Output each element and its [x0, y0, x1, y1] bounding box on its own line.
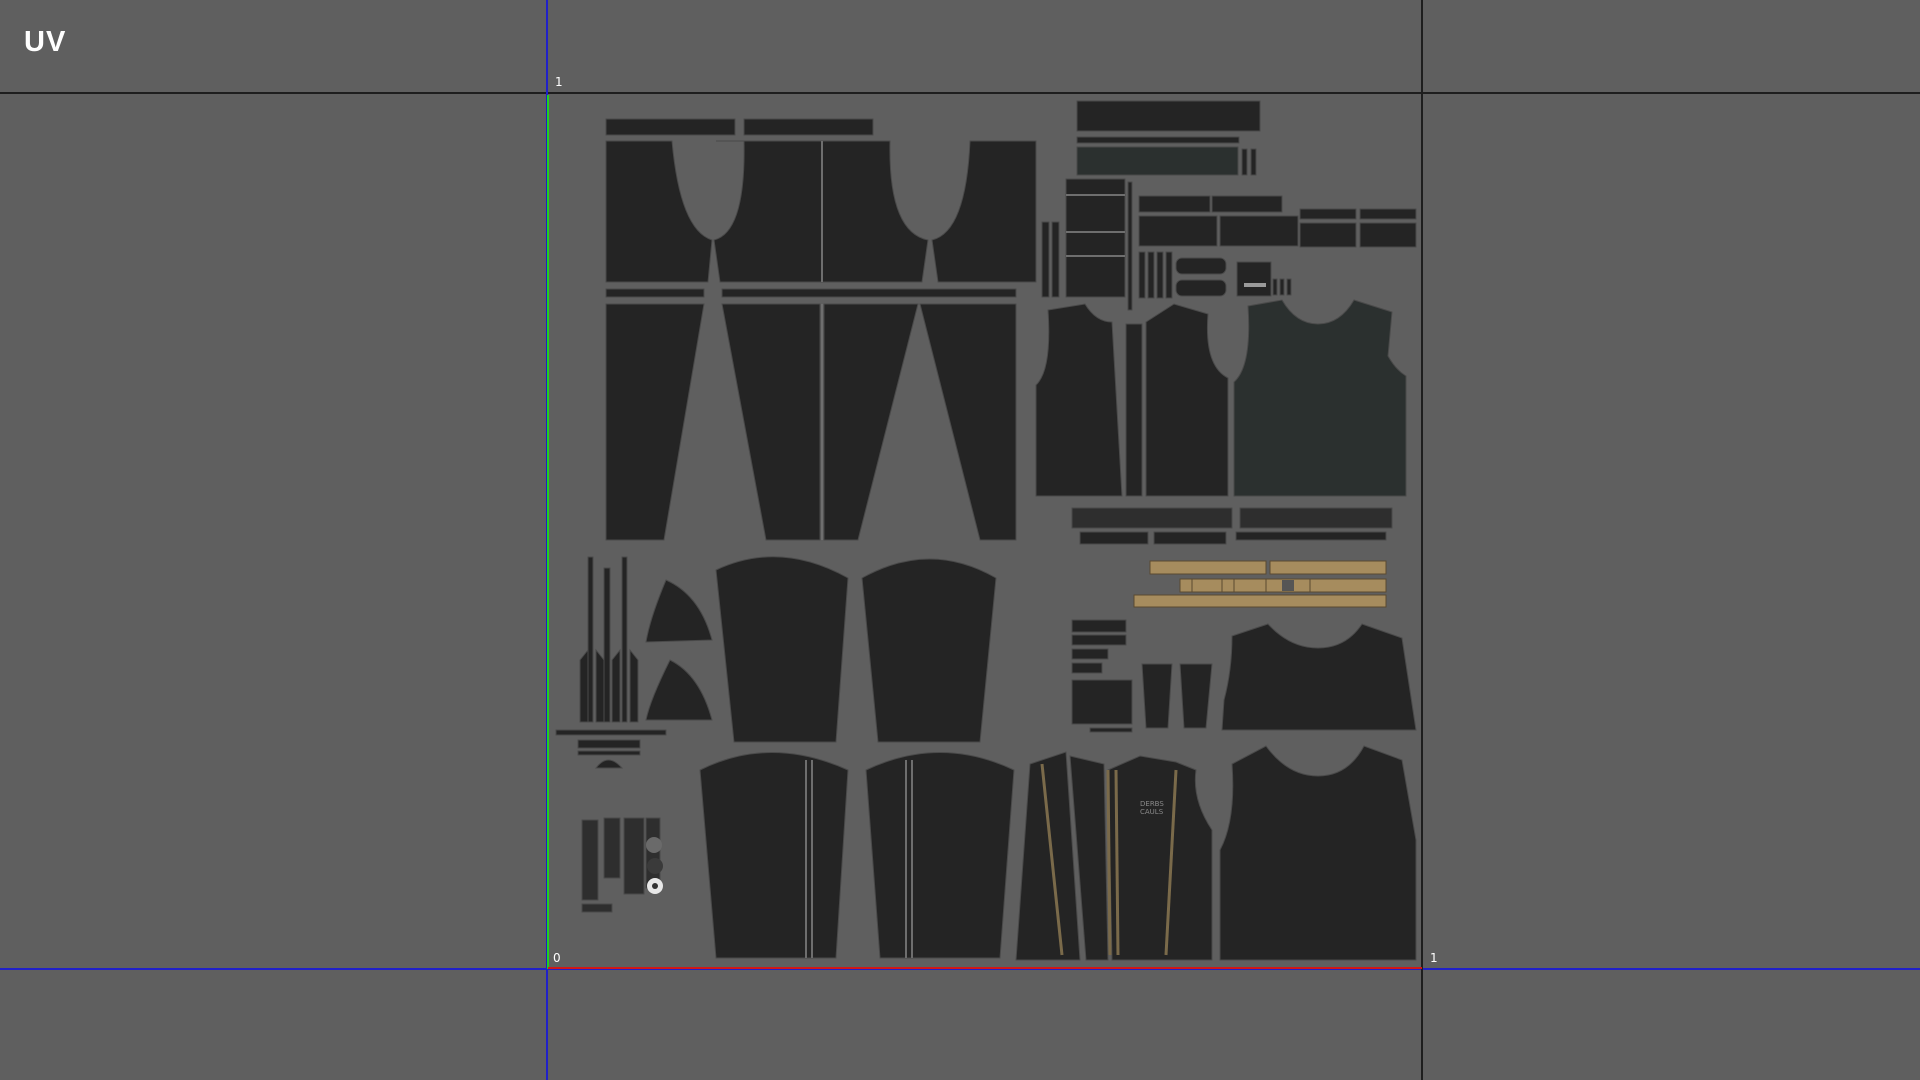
- chest-print-line2: CAULS: [1140, 808, 1164, 816]
- uv-editor-canvas[interactable]: .s{fill:#242424;stroke:#4a4a4a;stroke-wi…: [0, 0, 1920, 1080]
- vest-uv-shells[interactable]: [1035, 299, 1407, 497]
- pants-uv-shells[interactable]: [605, 118, 1037, 541]
- chest-print-line1: DERBS: [1140, 800, 1164, 808]
- logo-patch-icon: [1244, 283, 1266, 287]
- sleeve-uv-shells[interactable]: [699, 556, 1015, 959]
- strap-uv-shells[interactable]: [1071, 507, 1393, 608]
- accessory-uv-shells[interactable]: [1041, 100, 1417, 311]
- detail-uv-shells[interactable]: [581, 817, 663, 913]
- jacket-front-uv-shells[interactable]: [1015, 619, 1417, 961]
- cuff-uv-shells[interactable]: [555, 556, 713, 769]
